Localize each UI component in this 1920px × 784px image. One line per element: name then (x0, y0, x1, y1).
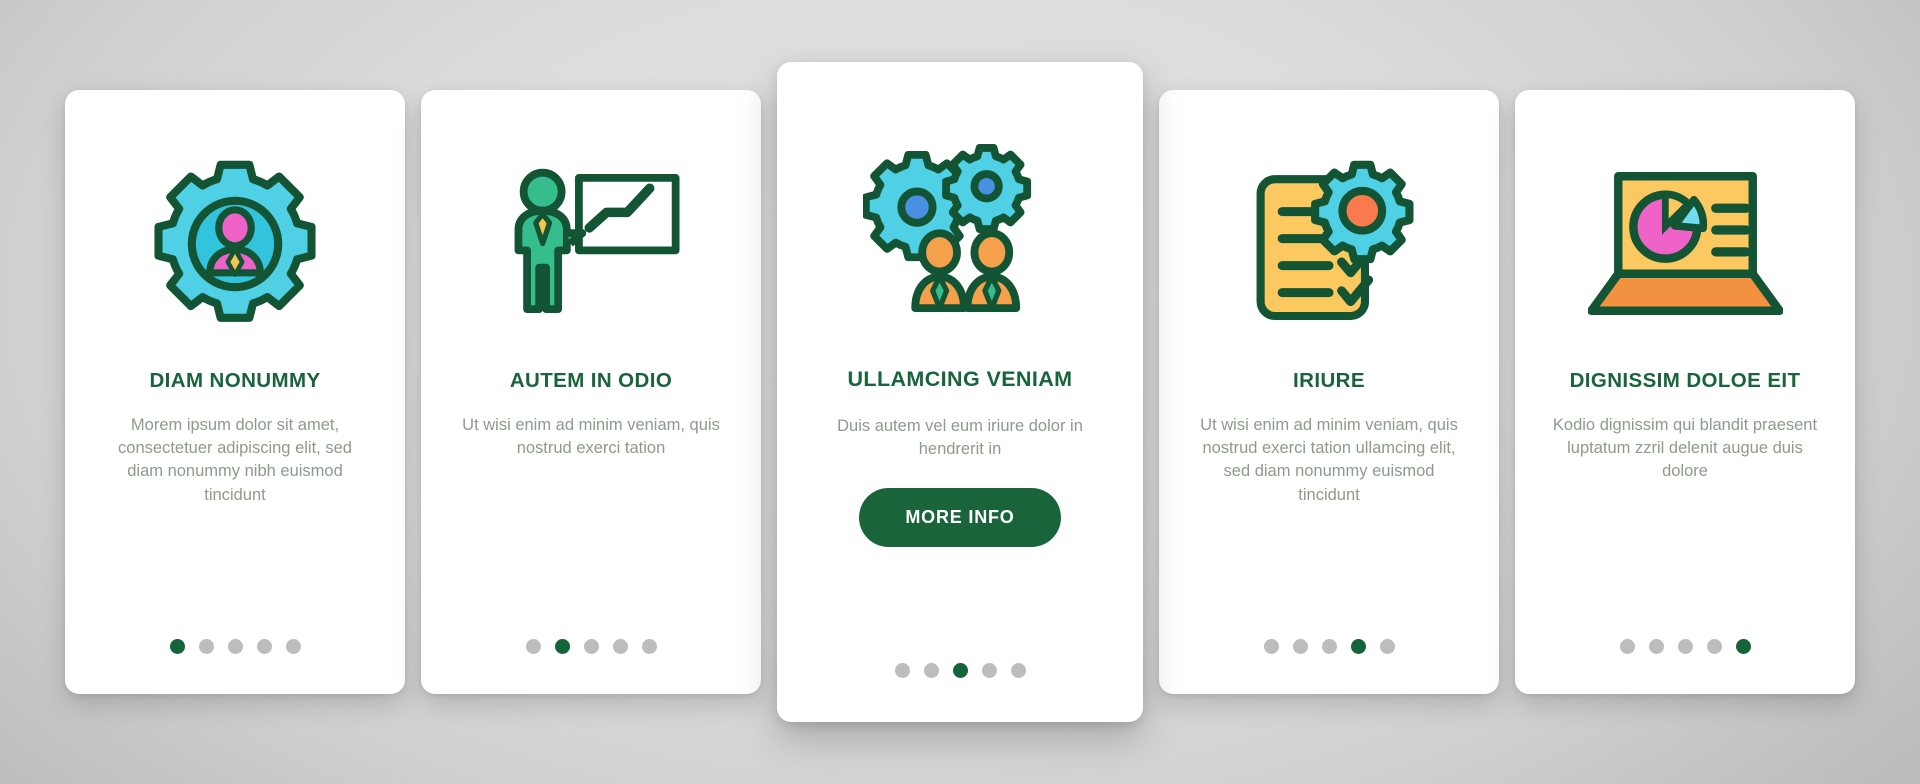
pagination-dot[interactable] (525, 639, 541, 654)
card-title: IRIURE (1293, 369, 1365, 392)
pagination-dot-active[interactable] (952, 663, 968, 678)
card-icon-wrap (447, 136, 735, 351)
card-ullamcing-veniam: ULLAMCING VENIAM Duis autem vel eum iriur… (777, 62, 1143, 722)
pagination-dot[interactable] (1321, 639, 1337, 654)
pagination-dots (1159, 639, 1499, 654)
pagination-dot[interactable] (1379, 639, 1395, 654)
pagination-dot[interactable] (1263, 639, 1279, 654)
pagination-dot[interactable] (285, 639, 301, 654)
card-icon-wrap (807, 114, 1113, 349)
presenter-whiteboard-icon (514, 168, 680, 314)
card-body-text: Ut wisi enim ad minim veniam, quis nostr… (1200, 415, 1458, 504)
pagination-dots (65, 639, 405, 654)
pagination-dots (777, 663, 1143, 678)
pagination-dot[interactable] (1619, 639, 1635, 654)
pagination-dot[interactable] (1677, 639, 1693, 654)
pagination-dot[interactable] (1648, 639, 1664, 654)
more-info-button[interactable]: MORE INFO (859, 487, 1061, 547)
card-title: DIGNISSIM DOLOE EIT (1569, 369, 1801, 392)
pagination-dot[interactable] (198, 639, 214, 654)
card-dignissim-doloe-eit: DIGNISSIM DOLOE EIT Kodio dignissim qui b… (1515, 90, 1855, 694)
pagination-dots (421, 639, 761, 654)
card-body-text: Morem ipsum dolor sit amet, consectetuer… (118, 415, 352, 504)
card-diam-nonummy: DIAM NONUMMY Morem ipsum dolor sit amet, … (65, 90, 405, 694)
pagination-dots (1515, 639, 1855, 654)
pagination-dot[interactable] (1292, 639, 1308, 654)
pagination-dot-active[interactable] (1350, 639, 1366, 654)
card-icon-wrap (91, 136, 379, 351)
card-title: ULLAMCING VENIAM (847, 367, 1073, 391)
gears-team-icon (862, 144, 1031, 313)
pagination-dot-active[interactable] (554, 639, 570, 654)
pagination-dot[interactable] (894, 663, 910, 678)
card-iriure: IRIURE Ut wisi enim ad minim veniam, quis… (1159, 90, 1499, 694)
card-body-text: Ut wisi enim ad minim veniam, quis nostr… (462, 415, 720, 458)
pagination-dot[interactable] (227, 639, 243, 654)
pagination-dot[interactable] (1010, 663, 1026, 678)
pagination-dot[interactable] (981, 663, 997, 678)
card-icon-wrap (1185, 136, 1473, 351)
gear-person-icon (154, 160, 316, 322)
card-icon-wrap (1541, 136, 1829, 351)
card-body-text: Duis autem vel eum iriure dolor in hendr… (837, 416, 1083, 459)
pagination-dot[interactable] (923, 663, 939, 678)
pagination-dot[interactable] (612, 639, 628, 654)
pagination-dot-active[interactable] (1735, 639, 1751, 654)
laptop-pie-chart-icon (1587, 172, 1783, 315)
card-autem-in-odio: AUTEM IN ODIO Ut wisi enim ad minim venia… (421, 90, 761, 694)
pagination-dot[interactable] (641, 639, 657, 654)
card-body-text: Kodio dignissim qui blandit praesent lup… (1552, 415, 1818, 481)
card-title: AUTEM IN ODIO (509, 369, 673, 392)
pagination-dot-active[interactable] (169, 639, 185, 654)
pagination-dot[interactable] (1706, 639, 1722, 654)
pagination-dot[interactable] (583, 639, 599, 654)
checklist-gear-icon (1256, 160, 1414, 320)
card-title: DIAM NONUMMY (149, 369, 321, 392)
onboarding-screens-container: DIAM NONUMMY Morem ipsum dolor sit amet, … (0, 0, 1920, 784)
pagination-dot[interactable] (256, 639, 272, 654)
